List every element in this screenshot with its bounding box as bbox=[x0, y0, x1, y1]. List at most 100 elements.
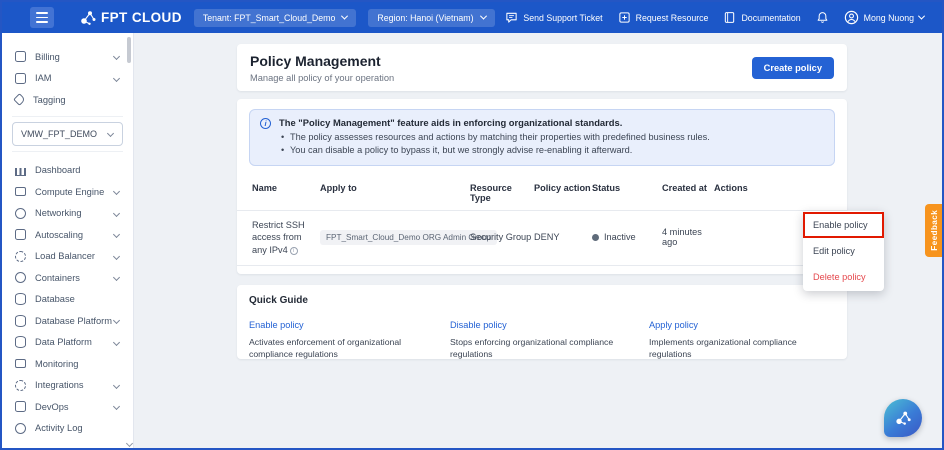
sidebar-item-iam[interactable]: IAM bbox=[2, 68, 133, 90]
containers-icon bbox=[15, 272, 26, 283]
menu-item-enable-policy[interactable]: Enable policy bbox=[803, 212, 884, 238]
sidebar: Billing IAM Tagging VMW_FPT_DEMO Dashboard… bbox=[2, 33, 134, 448]
sidebar-item-label: DevOps bbox=[35, 402, 114, 412]
chevron-down-icon bbox=[113, 253, 120, 260]
banner-bullet-list: The policy assesses resources and action… bbox=[279, 131, 710, 158]
table-row: Restrict SSH access from any IPv4i FPT_S… bbox=[237, 211, 847, 266]
region-selector[interactable]: Region: Hanoi (Vietnam) bbox=[368, 9, 494, 27]
chevron-down-icon bbox=[113, 382, 120, 389]
database-icon bbox=[15, 293, 26, 305]
sidebar-item-data-platform[interactable]: Data Platform bbox=[2, 332, 133, 354]
chevron-down-icon bbox=[113, 75, 120, 82]
feedback-tab[interactable]: Feedback bbox=[925, 204, 942, 257]
info-banner: i The "Policy Management" feature aids i… bbox=[249, 109, 835, 166]
info-icon[interactable]: i bbox=[290, 247, 298, 255]
user-menu[interactable]: Mong Nuong bbox=[844, 10, 924, 25]
sidebar-item-label: Load Balancer bbox=[35, 251, 114, 261]
tenant-selector[interactable]: Tenant: FPT_Smart_Cloud_Demo bbox=[194, 9, 357, 27]
project-selector-value: VMW_FPT_DEMO bbox=[21, 129, 97, 139]
chevron-down-icon bbox=[113, 53, 120, 60]
devops-icon bbox=[15, 401, 26, 412]
sidebar-item-networking[interactable]: Networking bbox=[2, 203, 133, 225]
sidebar-item-database-platform[interactable]: Database Platform bbox=[2, 310, 133, 332]
sidebar-item-containers[interactable]: Containers bbox=[2, 267, 133, 289]
column-header-resource-type: Resource Type bbox=[470, 183, 534, 203]
pagination-bar: Rows per page: 25 1-1 of 1 bbox=[237, 266, 847, 274]
sidebar-item-tagging[interactable]: Tagging bbox=[2, 89, 133, 111]
create-policy-button[interactable]: Create policy bbox=[752, 57, 834, 79]
disable-policy-link[interactable]: Disable policy bbox=[450, 320, 507, 330]
sidebar-item-compute-engine[interactable]: Compute Engine bbox=[2, 181, 133, 203]
sidebar-item-label: Networking bbox=[35, 208, 114, 218]
sidebar-item-label: Dashboard bbox=[35, 165, 123, 175]
apply-policy-link[interactable]: Apply policy bbox=[649, 320, 698, 330]
project-selector[interactable]: VMW_FPT_DEMO bbox=[12, 122, 123, 146]
sidebar-item-label: Containers bbox=[35, 273, 114, 283]
scrollbar-thumb[interactable] bbox=[127, 37, 131, 63]
chevron-down-icon bbox=[341, 13, 348, 20]
sidebar-item-autoscaling[interactable]: Autoscaling bbox=[2, 224, 133, 246]
menu-item-delete-policy[interactable]: Delete policy bbox=[803, 264, 884, 290]
column-header-created-at: Created at bbox=[662, 183, 714, 193]
sidebar-item-integrations[interactable]: Integrations bbox=[2, 375, 133, 397]
documentation-link[interactable]: Documentation bbox=[723, 11, 800, 24]
fpt-molecule-icon bbox=[894, 409, 912, 427]
sidebar-item-activity-log[interactable]: Activity Log bbox=[2, 418, 133, 440]
sidebar-item-label: Data Platform bbox=[35, 337, 114, 347]
quick-guide-title: Quick Guide bbox=[249, 295, 835, 306]
request-resource-link[interactable]: Request Resource bbox=[618, 11, 709, 24]
user-name: Mong Nuong bbox=[864, 13, 914, 23]
sidebar-item-billing[interactable]: Billing bbox=[2, 46, 133, 68]
sidebar-item-monitoring[interactable]: Monitoring bbox=[2, 353, 133, 375]
sidebar-item-devops[interactable]: DevOps bbox=[2, 396, 133, 418]
sidebar-item-label: Database Platform bbox=[35, 316, 114, 326]
column-header-status: Status bbox=[592, 183, 662, 193]
notification-bell-icon[interactable] bbox=[816, 11, 829, 24]
info-icon: i bbox=[260, 118, 271, 129]
support-chat-button[interactable] bbox=[884, 399, 922, 437]
menu-item-edit-policy[interactable]: Edit policy bbox=[803, 238, 884, 264]
sidebar-item-label: Billing bbox=[35, 52, 114, 62]
sidebar-item-dashboard[interactable]: Dashboard bbox=[2, 160, 133, 182]
load-balancer-icon bbox=[15, 251, 26, 262]
box-plus-icon bbox=[618, 11, 631, 24]
database-platform-icon bbox=[15, 315, 26, 327]
sidebar-scrollbar[interactable] bbox=[127, 35, 132, 446]
sidebar-item-load-balancer[interactable]: Load Balancer bbox=[2, 246, 133, 268]
policy-name-cell: Restrict SSH access from any IPv4i bbox=[252, 219, 320, 256]
enable-policy-link[interactable]: Enable policy bbox=[249, 320, 304, 330]
page-title: Policy Management bbox=[250, 53, 394, 69]
banner-bullet: The policy assesses resources and action… bbox=[279, 131, 710, 144]
banner-bullet: You can disable a policy to bypass it, b… bbox=[279, 144, 710, 157]
column-header-actions: Actions bbox=[714, 183, 835, 193]
divider bbox=[12, 116, 123, 117]
table-header-row: NameApply toResource TypePolicy actionSt… bbox=[237, 174, 847, 211]
sidebar-item-label: Database bbox=[35, 294, 123, 304]
sidebar-item-database[interactable]: Database bbox=[2, 289, 133, 311]
sidebar-main-group: Dashboard Compute Engine Networking Autosca… bbox=[2, 160, 133, 440]
iam-icon bbox=[15, 73, 26, 84]
fpt-cloud-logo[interactable]: FPT CLOUD bbox=[80, 10, 182, 26]
quick-guide-item: Disable policy Stops enforcing organizati… bbox=[450, 315, 649, 360]
feedback-label: Feedback bbox=[929, 210, 939, 251]
column-header-policy-action: Policy action bbox=[534, 183, 592, 193]
send-support-ticket-link[interactable]: Send Support Ticket bbox=[505, 11, 602, 24]
menu-toggle-button[interactable] bbox=[30, 7, 54, 28]
quick-guide-card: Quick Guide Enable policy Activates enfor… bbox=[237, 285, 847, 359]
quick-guide-description: Activates enforcement of organizational … bbox=[249, 336, 450, 360]
sidebar-top-group: Billing IAM Tagging bbox=[2, 46, 133, 111]
compute-engine-icon bbox=[15, 187, 26, 196]
quick-guide-description: Stops enforcing organizational complianc… bbox=[450, 336, 649, 360]
chevron-down-icon bbox=[113, 188, 120, 195]
avatar-icon bbox=[844, 10, 859, 25]
chevron-down-icon bbox=[113, 210, 120, 217]
chat-ticket-icon bbox=[505, 11, 518, 24]
sidebar-item-label: Tagging bbox=[33, 95, 123, 105]
scroll-down-arrow-icon[interactable] bbox=[126, 440, 133, 447]
activity-log-icon bbox=[15, 423, 26, 434]
quick-guide-item: Enable policy Activates enforcement of or… bbox=[249, 315, 450, 360]
status-dot bbox=[592, 234, 599, 241]
sidebar-item-label: Autoscaling bbox=[35, 230, 114, 240]
apply-to-cell: FPT_Smart_Cloud_Demo ORG Admin Group bbox=[320, 230, 470, 245]
documentation-label: Documentation bbox=[741, 13, 800, 23]
